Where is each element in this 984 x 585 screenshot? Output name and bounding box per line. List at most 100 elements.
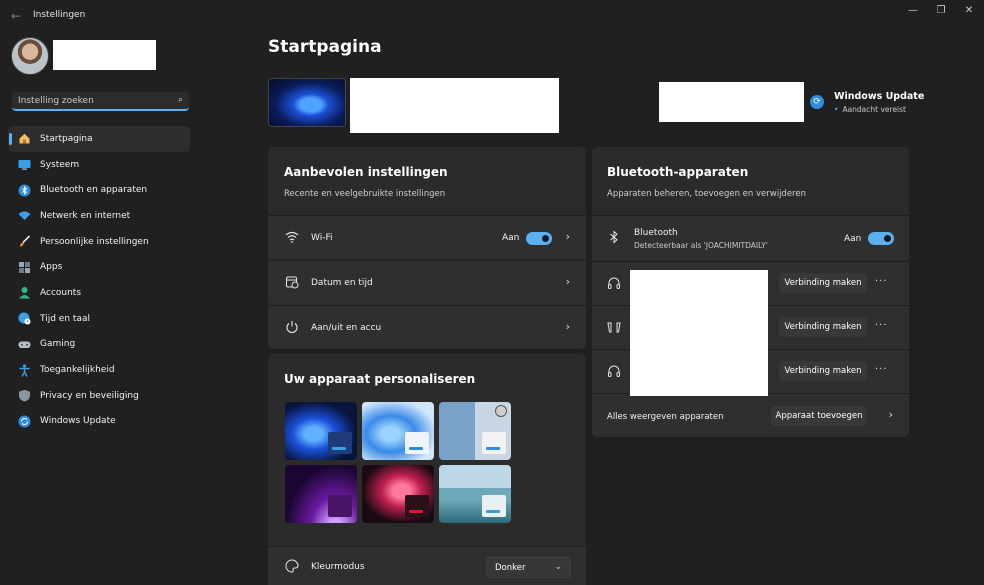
device-info-redacted [350,78,559,133]
sidebar-item-label: Windows Update [40,416,116,427]
chevron-down-icon: ⌄ [554,562,562,572]
close-button[interactable]: ✕ [957,4,981,18]
show-all-row[interactable]: Alles weergeven apparaten Apparaat toevo… [592,393,909,437]
windows-update-title[interactable]: Windows Update [834,91,924,102]
sidebar-item-apps[interactable]: Apps [8,254,190,280]
device-wallpaper-thumbnail [268,78,346,127]
sidebar-item-privacy[interactable]: Privacy en beveiliging [8,383,190,409]
card-subtitle: Recente en veelgebruikte instellingen [284,189,446,199]
bluetooth-icon [606,230,622,246]
row-label: Datum en tijd [311,278,373,288]
search-box[interactable]: ⌕ [12,92,189,111]
avatar[interactable] [11,37,49,75]
connect-button[interactable]: Verbinding maken [779,273,867,293]
sidebar-item-tijd[interactable]: Tijd en taal [8,306,190,332]
chevron-right-icon[interactable]: › [889,408,893,421]
color-mode-row: Kleurmodus Donker ⌄ [268,546,586,585]
wifi-toggle-label: Aan [502,233,520,243]
sidebar-item-startpagina[interactable]: Startpagina [8,126,190,152]
theme-thumbnail-1[interactable] [285,402,357,460]
select-value: Donker [495,562,526,573]
sidebar-item-label: Accounts [40,287,82,298]
bluetooth-icon [18,184,31,197]
search-icon[interactable]: ⌕ [178,95,183,105]
sidebar-item-label: Netwerk en internet [40,210,131,221]
chevron-right-icon[interactable]: › [566,230,570,243]
sidebar-item-windows-update[interactable]: Windows Update [8,409,190,435]
wifi-icon [18,209,31,222]
search-input[interactable] [18,94,168,108]
gamepad-icon [18,338,31,351]
headphones-icon [606,276,622,292]
accessibility-icon [18,363,31,377]
theme-thumbnail-3[interactable] [439,402,511,460]
back-arrow-icon[interactable]: ← [8,8,24,24]
bluetooth-toggle[interactable] [868,232,894,245]
wifi-icon [284,230,300,246]
apps-icon [18,261,31,274]
sidebar-item-toegankelijkheid[interactable]: Toegankelijkheid [8,357,190,383]
update-icon [18,415,31,428]
sidebar-item-label: Toegankelijkheid [40,365,115,376]
sidebar-item-accounts[interactable]: Accounts [8,280,190,306]
device-names-redacted [630,270,768,396]
calendar-clock-icon [284,275,300,291]
recommended-settings-card: Aanbevolen instellingen Recente en veelg… [268,147,586,349]
color-mode-select[interactable]: Donker ⌄ [486,557,571,578]
theme-thumbnail-5[interactable] [362,465,434,523]
theme-thumbnail-4[interactable] [285,465,357,523]
sidebar-item-persoonlijk[interactable]: Persoonlijke instellingen [8,229,190,255]
chevron-right-icon[interactable]: › [566,275,570,288]
home-icon [18,132,31,145]
sidebar-item-gaming[interactable]: Gaming [8,332,190,358]
more-options-icon[interactable]: ··· [875,320,888,331]
connect-button[interactable]: Verbinding maken [779,317,867,337]
theme-thumbnail-2[interactable] [362,402,434,460]
card-subtitle: Apparaten beheren, toevoegen en verwijde… [607,189,806,199]
card-title: Aanbevolen instellingen [284,165,448,179]
sidebar-item-label: Tijd en taal [40,313,90,324]
wifi-toggle[interactable] [526,232,552,245]
windows-update-status: Aandacht vereist [834,105,906,114]
title-bar [0,0,984,30]
personalize-card: Uw apparaat personaliseren Kleurmodus Do… [268,354,586,585]
card-title: Uw apparaat personaliseren [284,372,476,386]
globe-clock-icon [18,312,31,325]
shield-icon [18,389,31,402]
sidebar-nav: Startpagina Systeem Bluetooth en apparat… [8,126,190,434]
more-options-icon[interactable]: ··· [875,276,888,287]
show-all-label[interactable]: Alles weergeven apparaten [607,412,724,422]
more-options-icon[interactable]: ··· [875,364,888,375]
app-title: Instellingen [33,10,86,20]
brush-icon [18,235,31,248]
earbuds-icon [606,320,622,336]
row-label: Aan/uit en accu [311,323,382,333]
bluetooth-detail: Detecteerbaar als 'JOACHIMITDAILY' [634,241,768,250]
bluetooth-toggle-row: Bluetooth Detecteerbaar als 'JOACHIMITDA… [592,215,909,260]
sidebar-item-label: Bluetooth en apparaten [40,185,148,196]
card-header: Aanbevolen instellingen Recente en veelg… [268,147,586,215]
chevron-right-icon[interactable]: › [566,320,570,333]
power-row[interactable]: Aan/uit en accu › [268,305,586,348]
wifi-row[interactable]: Wi-Fi Aan › [268,215,586,258]
sidebar-item-bluetooth[interactable]: Bluetooth en apparaten [8,177,190,203]
theme-thumbnail-6[interactable] [439,465,511,523]
power-icon [284,320,300,336]
restore-button[interactable]: ❐ [929,4,953,18]
sidebar-item-label: Gaming [40,339,76,350]
bluetooth-label: Bluetooth [634,228,678,238]
sidebar-item-netwerk[interactable]: Netwerk en internet [8,203,190,229]
monitor-icon [18,158,31,171]
page-title: Startpagina [268,37,382,57]
row-label: Kleurmodus [311,562,365,572]
bluetooth-toggle-label: Aan [844,234,862,244]
minimize-button[interactable]: — [901,4,925,18]
sidebar-item-label: Systeem [40,159,80,170]
date-time-row[interactable]: Datum en tijd › [268,260,586,303]
cloud-info-redacted [659,82,804,122]
connect-button[interactable]: Verbinding maken [779,361,867,381]
update-icon[interactable]: ⟳ [810,95,824,109]
palette-icon [284,559,300,575]
add-device-button[interactable]: Apparaat toevoegen [771,406,867,426]
sidebar-item-systeem[interactable]: Systeem [8,152,190,178]
